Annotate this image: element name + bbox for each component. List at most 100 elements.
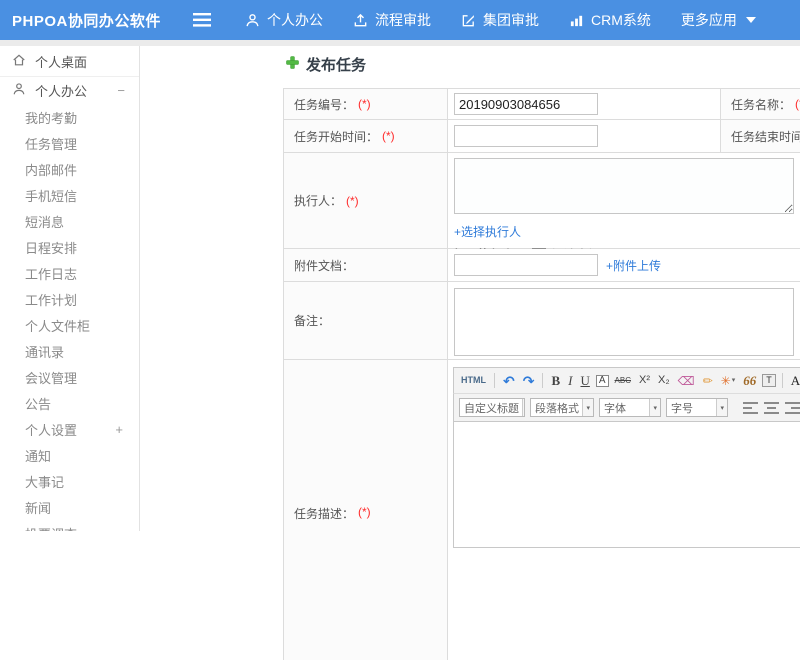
page-title-text: 发布任务 [306,57,367,74]
subscript-button[interactable]: X₂ [656,375,672,386]
nav-group-approval[interactable]: 集团审批 [446,0,554,40]
redo-icon[interactable]: ↷ [521,374,537,388]
remark-textarea[interactable] [454,288,794,356]
sidebar-item-schedule[interactable]: 日程安排 [0,234,139,260]
sidebar-item-label: 通知 [25,448,52,464]
sidebar-item-label: 公告 [25,396,52,412]
sidebar-item-work-log[interactable]: 工作日志 [0,260,139,286]
nav-label: 更多应用 [680,12,737,28]
sidebar-item-meeting-management[interactable]: 会议管理 [0,364,139,390]
task-time-row: 任务开始时间： (*) 任务结束时间： (*) [284,120,800,153]
sidebar-item-personal-desktop[interactable]: 个人桌面 [0,46,139,77]
custom-heading-select[interactable]: 自定义标题 ▾ [459,398,525,417]
required-mark: (*) [346,193,359,208]
sidebar-item-vote[interactable]: 投票调查 [0,520,139,532]
nav-personal-office[interactable]: 个人办公 [230,0,338,40]
font-color-button[interactable]: A ▾ [789,374,800,387]
eraser-icon[interactable]: ⌫ [676,375,697,387]
underline-button[interactable]: U [578,374,591,387]
caret-down-icon: ▾ [582,399,593,416]
caret-down-icon [745,16,756,24]
page-title: 发布任务 [286,54,366,75]
caret-down-icon: ▾ [731,377,736,384]
paste-as-text-button[interactable]: T [762,374,776,387]
toolbar-separator [542,373,544,388]
undo-icon[interactable]: ↶ [501,374,517,388]
sidebar-item-label: 投票调查 [25,524,77,532]
bold-button[interactable]: B [549,374,562,387]
align-right-icon[interactable] [785,401,800,414]
nav-workflow-approval[interactable]: 流程审批 [338,0,446,40]
toolbar-separator [494,373,495,388]
nav-crm-system[interactable]: CRM系统 [554,0,666,40]
attachment-upload-link[interactable]: +附件上传 [606,257,661,274]
highlight-color-button[interactable]: ✳ ▾ [719,375,738,387]
top-navigation: 个人办公 流程审批 集团审批 CRM系统 更多应用 [230,0,771,40]
sidebar-item-label: 通讯录 [25,344,65,360]
sidebar-item-news[interactable]: 新闻 [0,494,139,520]
sidebar-item-label: 新闻 [25,500,52,516]
sidebar-item-label: 日程安排 [25,240,78,256]
sidebar-group-personal-office[interactable]: 个人办公 − [0,77,139,104]
editor-toolbar-row2: 自定义标题 ▾ 段落格式 ▾ 字体 ▾ 字号 ▾ [453,394,800,422]
sidebar-item-internal-mail[interactable]: 内部邮件 [0,156,139,182]
sidebar-item-label: 个人桌面 [35,54,88,70]
choose-executor-link[interactable]: +选择执行人 [454,225,521,239]
attachment-row: 附件文档： +附件上传 [284,249,800,282]
person-icon [12,82,26,99]
start-time-input[interactable] [454,125,598,147]
add-plus-icon [286,56,299,73]
sidebar-item-personal-settings[interactable]: 个人设置 + [0,416,139,442]
sidebar-item-label: 任务管理 [25,136,78,152]
task-name-label: 任务名称： (*) [720,89,800,119]
publish-task-form: 任务编号： (*) 任务名称： (*) 任务开始时间： (*) 任务结束时间： … [283,88,800,660]
strikethrough-button[interactable]: ABC [613,376,633,385]
font-style-box-button[interactable]: A [595,374,609,387]
sidebar: 个人桌面 个人办公 − 我的考勤 任务管理 内部邮件 手机短信 短消息 日程安排… [0,46,140,531]
align-center-icon[interactable] [764,401,779,414]
font-family-select[interactable]: 字体 ▾ [599,398,661,417]
attachment-label: 附件文档： [284,249,448,281]
html-source-button[interactable]: HTML [459,376,488,385]
description-label: 任务描述： (*) [284,360,448,660]
nav-more-apps[interactable]: 更多应用 [666,0,771,40]
caret-down-icon: ▾ [522,399,524,416]
sidebar-item-label: 个人文件柜 [25,318,91,334]
sidebar-item-mobile-sms[interactable]: 手机短信 [0,182,139,208]
sidebar-item-major-events[interactable]: 大事记 [0,468,139,494]
font-size-select[interactable]: 字号 ▾ [666,398,728,417]
person-icon [245,13,260,28]
attachment-input[interactable] [454,254,598,276]
sidebar-item-work-plan[interactable]: 工作计划 [0,286,139,312]
blockquote-button[interactable]: 66 [741,374,758,387]
end-time-label: 任务结束时间： (*) [720,120,800,152]
format-brush-icon[interactable]: ✏ [701,375,715,387]
expand-plus-icon[interactable]: + [115,422,123,437]
sidebar-item-notice[interactable]: 通知 [0,442,139,468]
sidebar-item-my-attendance[interactable]: 我的考勤 [0,104,139,130]
task-number-input[interactable] [454,93,598,115]
sidebar-item-announcement[interactable]: 公告 [0,390,139,416]
sidebar-item-personal-files[interactable]: 个人文件柜 [0,312,139,338]
collapse-minus-icon[interactable]: − [117,83,125,98]
editor-content-area[interactable] [453,422,800,548]
sidebar-item-label: 个人设置 [25,422,78,438]
align-left-icon[interactable] [743,401,758,414]
italic-button[interactable]: I [566,374,574,387]
sidebar-item-label: 工作计划 [25,292,78,308]
hamburger-menu-icon[interactable] [192,10,212,30]
task-number-label: 任务编号： (*) [284,89,448,119]
required-mark: (*) [795,97,800,111]
sidebar-group-label: 个人办公 [35,84,88,99]
required-mark: (*) [382,129,395,143]
executor-textarea[interactable] [454,158,794,214]
home-icon [12,53,26,70]
sidebar-item-short-message[interactable]: 短消息 [0,208,139,234]
sidebar-item-label: 工作日志 [25,266,78,282]
nav-label: 流程审批 [375,12,431,28]
paragraph-format-select[interactable]: 段落格式 ▾ [530,398,594,417]
sidebar-item-task-management[interactable]: 任务管理 [0,130,139,156]
caret-down-icon: ▾ [716,399,727,416]
superscript-button[interactable]: X² [637,375,652,386]
sidebar-item-contacts[interactable]: 通讯录 [0,338,139,364]
